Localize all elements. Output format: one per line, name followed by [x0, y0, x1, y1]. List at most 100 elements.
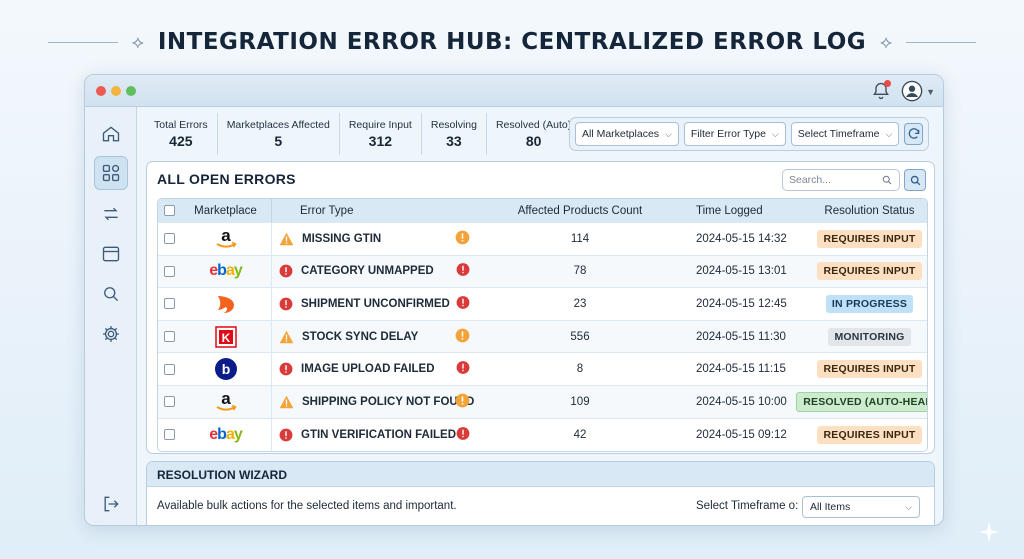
sidebar-item-search[interactable] — [94, 277, 128, 311]
status-badge[interactable]: REQUIRES INPUT — [817, 262, 922, 281]
row-checkbox[interactable] — [163, 233, 175, 245]
column-header-error-type[interactable]: Error Type — [272, 205, 480, 217]
affected-count: 8 — [576, 363, 584, 376]
error-icon — [279, 264, 293, 278]
status-badge[interactable]: MONITORING — [828, 327, 911, 346]
select-value: All Marketplaces — [582, 128, 660, 140]
resolution-wizard: RESOLUTION WIZARD Available bulk actions… — [146, 461, 935, 525]
error-type-text: SHIPPING POLICY NOT FOUND — [302, 395, 475, 408]
row-checkbox[interactable] — [163, 298, 175, 310]
table-row[interactable]: b IMAGE UPLOAD FAILED 8 2024-05-15 11:15 REQ… — [158, 353, 927, 386]
column-header-affected[interactable]: Affected Products Count — [480, 205, 680, 217]
table-row[interactable]: ebay GTIN VERIFICATION FAILED 42 2024-05-15… — [158, 418, 927, 452]
sidebar-item-settings[interactable] — [94, 317, 128, 351]
column-header-marketplace[interactable]: Marketplace — [180, 199, 272, 222]
marketplace-cell: a — [180, 385, 272, 418]
select-value: Select Timeframe — [797, 128, 880, 140]
marketplace-logo — [208, 292, 244, 316]
status-badge[interactable]: REQUIRES INPUT — [817, 425, 922, 444]
stat-label: Resolved (Auto) — [495, 119, 572, 131]
sidebar-item-home[interactable] — [94, 117, 128, 151]
close-window-button[interactable] — [96, 86, 106, 96]
table-row[interactable]: a MISSING GTIN 114 2024-05-15 14:32 REQUIRES… — [158, 223, 927, 256]
row-checkbox[interactable] — [163, 265, 175, 277]
row-checkbox[interactable] — [163, 396, 175, 408]
timeframe-filter-select[interactable]: Select Timeframe ⌵ — [790, 122, 900, 146]
warning-icon — [279, 232, 294, 246]
stat-marketplaces-affected: Marketplaces Affected 5 — [218, 113, 340, 155]
table-row[interactable]: SHIPMENT UNCONFIRMED 23 2024-05-15 12:45 IN… — [158, 288, 927, 321]
status-badge[interactable]: IN PROGRESS — [825, 294, 914, 313]
gear-icon — [103, 326, 119, 342]
sidebar-item-dashboard[interactable] — [94, 156, 128, 190]
search-button[interactable] — [904, 169, 926, 191]
bulk-scope-select[interactable]: All Items ⌵ — [802, 496, 920, 518]
affected-count: 109 — [570, 395, 590, 408]
status-badge[interactable]: REQUIRES INPUT — [817, 360, 922, 379]
time-logged: 2024-05-15 14:32 — [696, 232, 787, 245]
status-badge[interactable]: RESOLVED (AUTO-HEAL) — [796, 391, 927, 412]
chevron-down-icon[interactable]: ▼ — [926, 87, 935, 97]
error-type-cell: SHIPPING POLICY NOT FOUND — [272, 386, 480, 418]
marketplace-cell: b — [180, 353, 272, 385]
bol-logo-text: b — [221, 361, 230, 377]
error-type-cell: MISSING GTIN — [272, 223, 480, 255]
error-type-text: CATEGORY UNMAPPED — [301, 265, 434, 278]
time-logged: 2024-05-15 10:00 — [696, 395, 787, 408]
error-icon — [279, 362, 293, 376]
kaufland-logo-text: K — [221, 331, 230, 345]
user-avatar-icon[interactable] — [901, 80, 923, 102]
title-divider-left — [47, 41, 118, 43]
table-row[interactable]: ebay CATEGORY UNMAPPED 78 2024-05-15 13:01 R… — [158, 255, 927, 289]
row-checkbox[interactable] — [163, 331, 175, 343]
marketplace-logo: b — [208, 357, 244, 381]
time-logged: 2024-05-15 12:45 — [696, 297, 787, 310]
stat-label: Total Errors — [154, 119, 208, 131]
table-row[interactable]: a SHIPPING POLICY NOT FOUND 109 2024-05-15 … — [158, 385, 927, 419]
filter-bar: All Marketplaces ⌵ Filter Error Type ⌵ S… — [569, 117, 929, 151]
table-row[interactable]: K STOCK SYNC DELAY 556 2024-05-15 11:30 MONI… — [158, 320, 927, 354]
error-type-text: MISSING GTIN — [302, 232, 382, 245]
stat-value: 5 — [274, 133, 283, 149]
search-input[interactable]: Search... — [782, 169, 900, 191]
error-type-text: IMAGE UPLOAD FAILED — [301, 363, 435, 376]
severity-indicator — [456, 263, 470, 280]
minimize-window-button[interactable] — [111, 86, 121, 96]
column-header-time[interactable]: Time Logged — [680, 205, 810, 217]
status-badge[interactable]: REQUIRES INPUT — [817, 229, 922, 248]
kaufland-logo-icon: K — [214, 325, 237, 348]
sidebar-item-sync[interactable] — [94, 197, 128, 231]
marketplace-filter-select[interactable]: All Marketplaces ⌵ — [575, 122, 679, 146]
select-value: All Items — [810, 501, 851, 513]
error-icon — [279, 297, 293, 311]
row-checkbox[interactable] — [163, 363, 175, 375]
warning-status-icon — [455, 393, 470, 408]
wizard-title: RESOLUTION WIZARD — [147, 462, 934, 487]
sidebar-item-browser[interactable] — [94, 237, 128, 271]
ebay-logo-icon: ebay — [209, 425, 242, 443]
stat-value: 33 — [446, 133, 462, 149]
affected-count: 42 — [573, 428, 587, 441]
error-status-icon — [456, 426, 470, 440]
marketplace-logo: a — [208, 390, 244, 414]
grid-icon — [102, 164, 120, 182]
status-cell: MONITORING — [810, 327, 927, 346]
warning-icon — [279, 330, 294, 343]
ornament-icon: ⟡ — [131, 31, 144, 52]
home-icon — [102, 126, 120, 142]
stat-label: Require Input — [348, 119, 412, 131]
column-header-status[interactable]: Resolution Status — [810, 205, 927, 217]
error-type-cell: GTIN VERIFICATION FAILED — [272, 419, 480, 452]
warning-status-icon — [455, 328, 470, 342]
stat-require-input: Require Input 312 — [340, 113, 422, 155]
select-all-checkbox[interactable] — [163, 205, 175, 216]
refresh-button[interactable] — [904, 123, 923, 145]
search-icon — [104, 287, 119, 302]
stat-resolved-auto: Resolved (Auto) 80 — [487, 113, 580, 155]
row-checkbox[interactable] — [163, 429, 175, 441]
maximize-window-button[interactable] — [126, 86, 136, 96]
severity-indicator — [456, 295, 470, 312]
severity-indicator — [455, 328, 470, 346]
sidebar-item-logout[interactable] — [94, 487, 128, 521]
error-type-filter-select[interactable]: Filter Error Type ⌵ — [683, 122, 786, 146]
